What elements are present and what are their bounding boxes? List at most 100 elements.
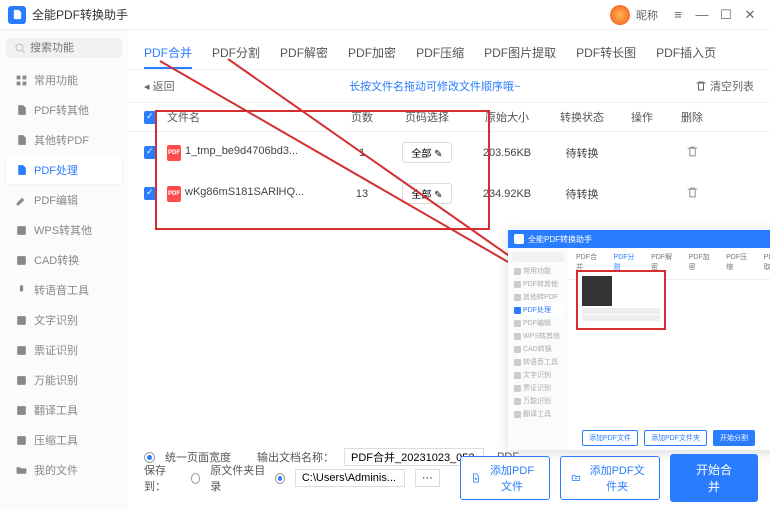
sidebar-item-translate[interactable]: 翻译工具 xyxy=(6,396,122,424)
sidebar-item-receipt[interactable]: 票证识别 xyxy=(6,336,122,364)
page-select-button[interactable]: 全部 ✎ xyxy=(402,142,451,163)
mini-side-item[interactable]: WPS转其他 xyxy=(512,330,564,342)
sidebar: 常用功能 PDF转其他 其他转PDF PDF处理 PDF编辑 WPS转其他 CA… xyxy=(0,30,128,510)
row-checkbox[interactable] xyxy=(144,146,157,159)
tab-compress[interactable]: PDF压缩 xyxy=(416,38,464,69)
file-size: 203.56KB xyxy=(467,147,547,159)
col-del: 删除 xyxy=(667,109,717,125)
select-all-checkbox[interactable] xyxy=(144,111,157,124)
sidebar-item-label: PDF转其他 xyxy=(34,102,89,118)
mini-title: 全能PDF转换助手 xyxy=(528,234,592,245)
mini-start-button[interactable]: 开始分割 xyxy=(713,430,755,446)
tabs: PDF合并 PDF分割 PDF解密 PDF加密 PDF压缩 PDF图片提取 PD… xyxy=(128,30,770,70)
save-origin-radio[interactable] xyxy=(191,473,201,484)
close-icon[interactable]: ✕ xyxy=(738,3,762,27)
row-checkbox[interactable] xyxy=(144,187,157,200)
sidebar-item-myfiles[interactable]: 我的文件 xyxy=(6,456,122,484)
tab-merge[interactable]: PDF合并 xyxy=(144,38,192,69)
col-status: 转换状态 xyxy=(547,109,617,125)
delete-row-button[interactable] xyxy=(667,145,717,161)
app-logo xyxy=(8,6,26,24)
trash-icon xyxy=(695,80,707,92)
mini-footer: 添加PDF文件 添加PDF文件夹 开始分割 xyxy=(576,430,770,446)
table-header: 文件名 页数 页码选择 原始大小 转换状态 操作 删除 xyxy=(128,102,770,132)
browse-button[interactable]: ··· xyxy=(415,469,440,487)
mini-side-item[interactable]: 转语音工具 xyxy=(512,356,564,368)
mini-side-item[interactable]: CAD转换 xyxy=(512,343,564,355)
plus-file-icon xyxy=(471,472,481,484)
page-select-button[interactable]: 全部 ✎ xyxy=(402,183,451,204)
sidebar-item-pdf-edit[interactable]: PDF编辑 xyxy=(6,186,122,214)
minimize-icon[interactable]: — xyxy=(690,3,714,27)
mini-add-file-button[interactable]: 添加PDF文件 xyxy=(582,430,638,446)
sidebar-item-label: 票证识别 xyxy=(34,342,78,358)
sidebar-item-label: CAD转换 xyxy=(34,252,79,268)
mini-side-item[interactable]: PDF转其他 xyxy=(512,278,564,290)
clear-list-button[interactable]: 清空列表 xyxy=(695,78,754,94)
tab-decrypt[interactable]: PDF解密 xyxy=(280,38,328,69)
col-name: 文件名 xyxy=(167,109,337,125)
file-name: PDFwKg86mS181SARlHQ... xyxy=(167,186,337,202)
sidebar-item-ocr[interactable]: 文字识别 xyxy=(6,306,122,334)
toolbar: ◂ 返回 长按文件名拖动可修改文件顺序哦~ 清空列表 xyxy=(128,70,770,102)
add-folder-button[interactable]: 添加PDF文件夹 xyxy=(560,456,660,500)
sidebar-item-other-to-pdf[interactable]: 其他转PDF xyxy=(6,126,122,154)
tab-insert-page[interactable]: PDF插入页 xyxy=(656,38,716,69)
sidebar-item-compress[interactable]: 压缩工具 xyxy=(6,426,122,454)
col-sel: 页码选择 xyxy=(387,109,467,125)
titlebar: 全能PDF转换助手 昵称 ≡ — ☐ ✕ xyxy=(0,0,770,30)
mini-add-folder-button[interactable]: 添加PDF文件夹 xyxy=(644,430,707,446)
mini-side-item[interactable]: 翻译工具 xyxy=(512,408,564,420)
pdf-file-icon: PDF xyxy=(167,145,181,161)
mini-logo xyxy=(514,234,524,244)
delete-row-button[interactable] xyxy=(667,186,717,202)
mini-side-item[interactable]: 常用功能 xyxy=(512,265,564,277)
mini-side-item[interactable]: PDF编辑 xyxy=(512,317,564,329)
mini-titlebar: 全能PDF转换助手 登录 ≡ — ☐ ✕ xyxy=(508,230,770,248)
sidebar-item-label: 万能识别 xyxy=(34,372,78,388)
tab-extract-img[interactable]: PDF图片提取 xyxy=(484,38,556,69)
file-size: 234.92KB xyxy=(467,188,547,200)
tab-to-long-img[interactable]: PDF转长图 xyxy=(576,38,636,69)
sidebar-item-wps[interactable]: WPS转其他 xyxy=(6,216,122,244)
start-merge-button[interactable]: 开始合并 xyxy=(670,454,758,502)
save-origin-label: 原文件夹目录 xyxy=(210,462,265,494)
back-button[interactable]: ◂ 返回 xyxy=(144,78,175,94)
mini-side-item[interactable]: 其他转PDF xyxy=(512,291,564,303)
page-count: 13 xyxy=(337,188,387,200)
mini-tab[interactable]: PDF图片提取 xyxy=(764,252,770,275)
sidebar-item-label: 常用功能 xyxy=(34,72,78,88)
search-input[interactable] xyxy=(30,42,110,54)
tab-split[interactable]: PDF分割 xyxy=(212,38,260,69)
avatar[interactable] xyxy=(610,5,630,25)
mini-content: PDF合并 PDF分割 PDF解密 PDF加密 PDF压缩 PDF图片提取 PD… xyxy=(568,248,770,450)
menu-icon[interactable]: ≡ xyxy=(666,3,690,27)
add-file-button[interactable]: 添加PDF文件 xyxy=(460,456,550,500)
table-row: PDF1_tmp_be9d4706bd3... 1 全部 ✎ 203.56KB … xyxy=(128,132,770,173)
mini-side-item[interactable]: 万能识别 xyxy=(512,395,564,407)
tab-encrypt[interactable]: PDF加密 xyxy=(348,38,396,69)
drag-hint: 长按文件名拖动可修改文件顺序哦~ xyxy=(175,78,695,94)
mini-side-item[interactable]: 票证识别 xyxy=(512,382,564,394)
mini-search[interactable] xyxy=(512,252,564,262)
search-icon xyxy=(14,42,26,54)
sidebar-item-label: PDF处理 xyxy=(34,162,78,178)
mini-side-item[interactable]: PDF处理 xyxy=(512,304,564,316)
sidebar-item-common[interactable]: 常用功能 xyxy=(6,66,122,94)
mini-tab[interactable]: PDF加密 xyxy=(689,252,717,275)
sidebar-item-label: 其他转PDF xyxy=(34,132,89,148)
search-box[interactable] xyxy=(6,38,122,58)
save-custom-radio[interactable] xyxy=(275,473,285,484)
save-path-input[interactable] xyxy=(295,469,405,487)
sidebar-item-cad[interactable]: CAD转换 xyxy=(6,246,122,274)
mini-side-item[interactable]: 文字识别 xyxy=(512,369,564,381)
sidebar-item-pdf-to-other[interactable]: PDF转其他 xyxy=(6,96,122,124)
sidebar-item-pdf-process[interactable]: PDF处理 xyxy=(6,156,122,184)
sidebar-item-universal[interactable]: 万能识别 xyxy=(6,366,122,394)
mini-sidebar: 常用功能 PDF转其他 其他转PDF PDF处理 PDF编辑 WPS转其他 CA… xyxy=(508,248,568,450)
sidebar-item-label: 我的文件 xyxy=(34,462,78,478)
mini-tab[interactable]: PDF压缩 xyxy=(726,252,754,275)
sidebar-item-audio[interactable]: 转语音工具 xyxy=(6,276,122,304)
page-count: 1 xyxy=(337,147,387,159)
maximize-icon[interactable]: ☐ xyxy=(714,3,738,27)
